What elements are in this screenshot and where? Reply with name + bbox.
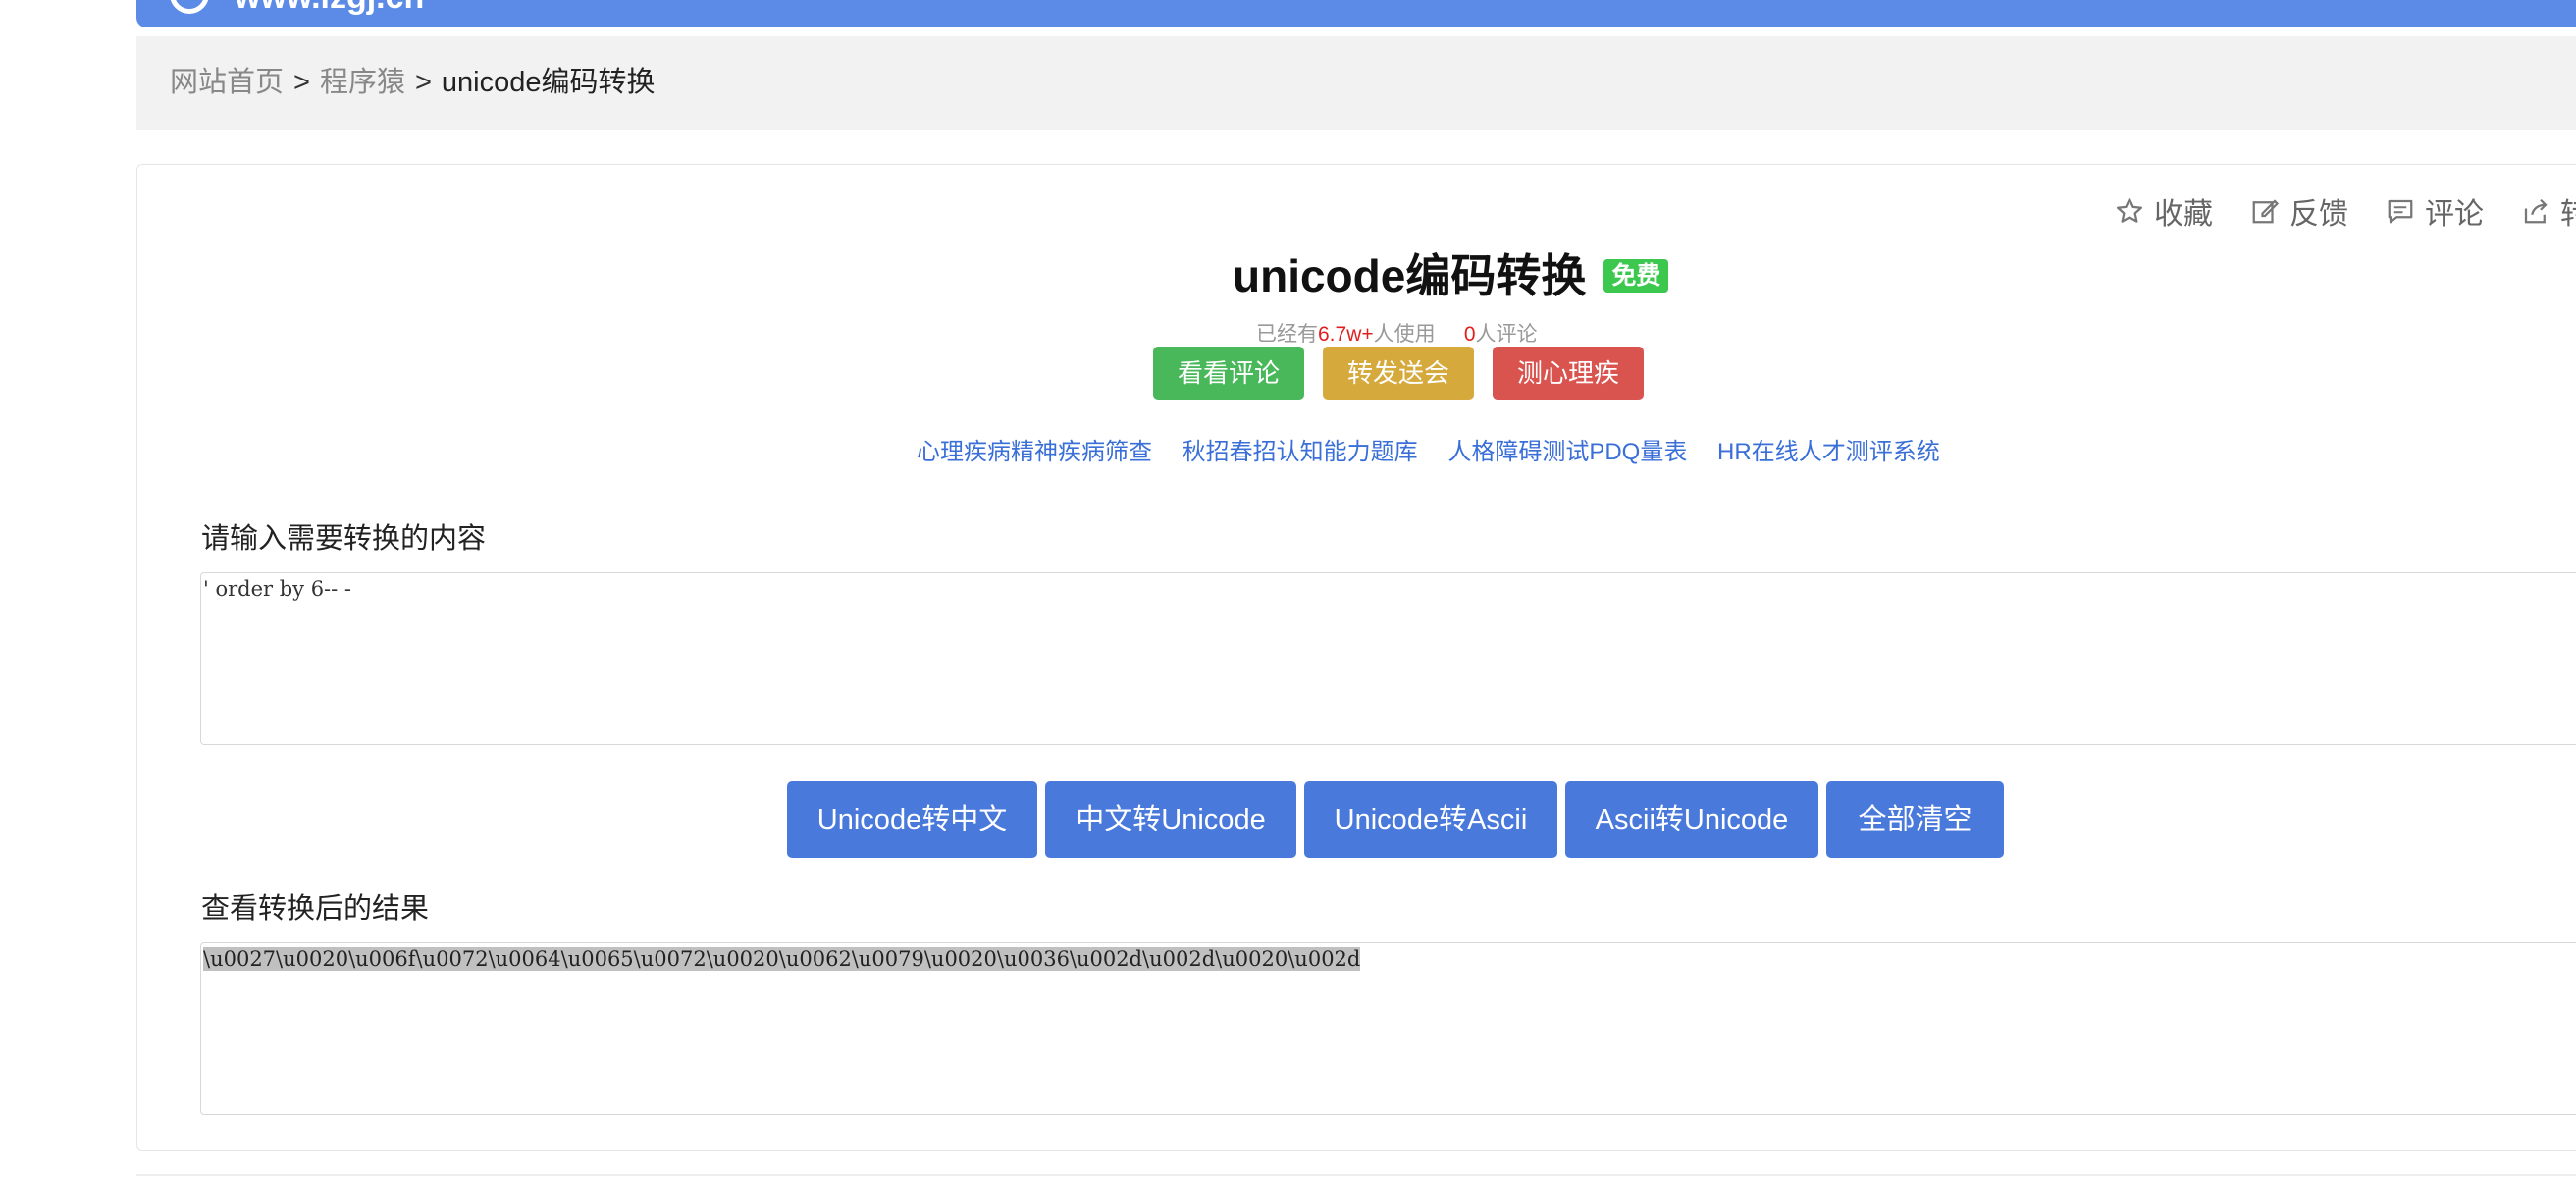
usage-prefix: 已经有 xyxy=(1256,323,1318,346)
clear-all-button[interactable]: 全部清空 xyxy=(1826,781,2004,858)
related-link[interactable]: 秋招春招认知能力题库 xyxy=(1183,439,1418,465)
free-badge: 免费 xyxy=(1603,259,1669,293)
breadcrumb-home-link[interactable]: 网站首页 xyxy=(170,67,284,98)
top-header-bar: www.lzgj.cn xyxy=(136,0,2576,27)
psych-test-button[interactable]: 测心理疾病 xyxy=(1493,347,1644,441)
related-link[interactable]: HR在线人才测评系统 xyxy=(1717,439,1940,465)
favorite-button[interactable]: 收藏 xyxy=(2115,189,2213,233)
promo-buttons: 看看评论区 转发送会员 测心理疾病 xyxy=(1153,347,1662,441)
comment-suffix: 人评论 xyxy=(1475,323,1538,346)
share-label: 转 xyxy=(2560,198,2576,231)
share-button[interactable]: 转 xyxy=(2521,189,2576,233)
usage-suffix: 人使用 xyxy=(1373,323,1436,346)
related-links: 心理疾病精神疾病筛查 秋招春招认知能力题库 人格障碍测试PDQ量表 HR在线人才… xyxy=(917,432,1964,466)
tool-title-row: unicode编码转换 免费 xyxy=(1233,245,1669,306)
footer-divider xyxy=(136,1174,2576,1176)
output-textarea[interactable]: \u0027\u0020\u006f\u0072\u0064\u0065\u00… xyxy=(200,942,2576,1115)
convert-buttons: Unicode转中文 中文转Unicode Unicode转Ascii Asci… xyxy=(787,781,2012,858)
page-title: unicode编码转换 xyxy=(1233,250,1587,301)
comment-button[interactable]: 评论 xyxy=(2386,189,2484,233)
ascii-to-unicode-button[interactable]: Ascii转Unicode xyxy=(1565,781,1818,858)
input-textarea[interactable]: ' order by 6-- - xyxy=(200,572,2576,745)
breadcrumb-current: unicode编码转换 xyxy=(441,67,656,98)
feedback-label: 反馈 xyxy=(2289,198,2348,231)
output-selected-text: \u0027\u0020\u006f\u0072\u0064\u0065\u00… xyxy=(203,947,1361,971)
edit-icon xyxy=(2252,199,2280,224)
usage-stats: 已经有6.7w+人使用 0人评论 xyxy=(1256,318,1538,348)
input-label: 请输入需要转换的内容 xyxy=(201,523,487,555)
comment-count: 0 xyxy=(1463,323,1476,346)
unicode-to-ascii-button[interactable]: Unicode转Ascii xyxy=(1304,781,1557,858)
feedback-button[interactable]: 反馈 xyxy=(2250,189,2348,233)
breadcrumb-separator: > xyxy=(414,67,432,98)
unicode-to-chinese-button[interactable]: Unicode转中文 xyxy=(787,781,1037,858)
breadcrumb-separator: > xyxy=(293,67,310,98)
related-link[interactable]: 人格障碍测试PDQ量表 xyxy=(1447,439,1687,465)
action-bar: 收藏 反馈 评论 转 xyxy=(2115,189,2576,233)
comment-icon xyxy=(2388,199,2413,224)
related-link[interactable]: 心理疾病精神疾病筛查 xyxy=(917,439,1152,465)
star-icon xyxy=(2117,198,2142,223)
usage-count: 6.7w+ xyxy=(1318,323,1374,346)
favorite-label: 收藏 xyxy=(2154,198,2213,231)
view-comments-button[interactable]: 看看评论区 xyxy=(1153,347,1304,441)
chinese-to-unicode-button[interactable]: 中文转Unicode xyxy=(1045,781,1296,858)
site-logo-icon[interactable] xyxy=(170,0,209,14)
breadcrumb-section-link[interactable]: 程序猿 xyxy=(320,67,405,98)
output-label: 查看转换后的结果 xyxy=(201,893,430,925)
site-url-text[interactable]: www.lzgj.cn xyxy=(235,0,424,17)
share-member-button[interactable]: 转发送会员 xyxy=(1323,347,1474,441)
share-icon xyxy=(2524,198,2548,224)
comment-label: 评论 xyxy=(2425,198,2484,231)
breadcrumb: 网站首页 > 程序猿 > unicode编码转换 xyxy=(136,36,2576,130)
